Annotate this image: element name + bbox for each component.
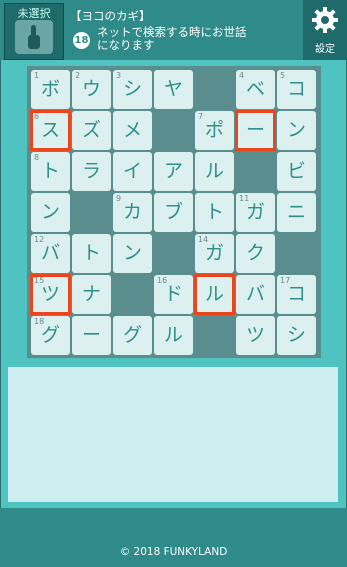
board-cell[interactable]: グ bbox=[113, 316, 152, 355]
cell-letter: ト bbox=[40, 160, 60, 182]
cell-letter: ル bbox=[204, 283, 224, 305]
board-cell[interactable]: ラ bbox=[72, 152, 111, 191]
cell-letter: ス bbox=[40, 119, 60, 141]
cell-letter: ガ bbox=[245, 201, 265, 223]
clue-number-badge: 18 bbox=[73, 32, 90, 49]
board-cell[interactable]: イ bbox=[113, 152, 152, 191]
board-cell[interactable]: ル bbox=[154, 316, 193, 355]
board-cell[interactable]: ヤ bbox=[154, 70, 193, 109]
cell-letter: ン bbox=[286, 119, 306, 141]
board-cell[interactable]: ン bbox=[277, 111, 316, 150]
cell-letter: コ bbox=[286, 78, 306, 100]
board-cell[interactable]: 3シ bbox=[113, 70, 152, 109]
cell-letter: ラ bbox=[81, 160, 101, 182]
board-cell[interactable]: 6ス bbox=[30, 110, 71, 151]
cell-letter: グ bbox=[122, 324, 142, 346]
cell-letter: ク bbox=[245, 242, 265, 264]
cell-letter: ン bbox=[40, 201, 60, 223]
cell-letter: イ bbox=[122, 160, 142, 182]
copyright-text: © 2018 FUNKYLAND bbox=[119, 546, 228, 558]
cell-letter: ナ bbox=[81, 283, 101, 305]
board-cell[interactable]: ク bbox=[236, 234, 275, 273]
cell-letter: ン bbox=[122, 242, 142, 264]
footer-bar bbox=[0, 508, 347, 567]
board-cell[interactable]: シ bbox=[277, 316, 316, 355]
cell-letter: ヤ bbox=[163, 78, 183, 100]
cell-letter: ニ bbox=[286, 201, 306, 223]
cell-letter: コ bbox=[286, 283, 306, 305]
board-cell[interactable]: 17 コ bbox=[277, 275, 316, 314]
cell-letter: ブ bbox=[163, 201, 183, 223]
gear-icon bbox=[312, 7, 338, 33]
cell-letter: カ bbox=[122, 201, 142, 223]
board-cell[interactable]: ニ bbox=[277, 193, 316, 232]
hand-pointer-icon bbox=[28, 25, 40, 49]
cell-letter: ツ bbox=[245, 324, 265, 346]
clue-direction: 【ヨコのカギ】 bbox=[70, 9, 151, 23]
board-cell[interactable]: メ bbox=[113, 111, 152, 150]
board-cell[interactable]: 1ボ bbox=[31, 70, 70, 109]
board-cell[interactable]: 5コ bbox=[277, 70, 316, 109]
cell-letter: ト bbox=[204, 201, 224, 223]
board-cell[interactable]: 8ト bbox=[31, 152, 70, 191]
cell-letter: ボ bbox=[40, 78, 60, 100]
cell-letter: バ bbox=[40, 242, 60, 264]
board-cell[interactable]: ン bbox=[31, 193, 70, 232]
cell-letter: メ bbox=[122, 119, 142, 141]
board-cell[interactable]: 9カ bbox=[113, 193, 152, 232]
cell-letter: ビ bbox=[286, 160, 306, 182]
cell-letter: バ bbox=[245, 283, 265, 305]
board-cell[interactable]: ズ bbox=[72, 111, 111, 150]
clue-text: ネットで検索する時にお世話になります bbox=[97, 25, 247, 52]
board-cell[interactable]: 4ベ bbox=[236, 70, 275, 109]
hand-tile bbox=[15, 20, 53, 54]
board-cell[interactable]: バ bbox=[236, 275, 275, 314]
board-cell[interactable]: ツ bbox=[236, 316, 275, 355]
cell-letter: ア bbox=[163, 160, 183, 182]
board-cell[interactable]: ン bbox=[113, 234, 152, 273]
board-cell[interactable]: ブ bbox=[154, 193, 193, 232]
cell-letter: ル bbox=[204, 160, 224, 182]
board-cell[interactable]: 12 バ bbox=[31, 234, 70, 273]
board-cell[interactable]: 11 ガ bbox=[236, 193, 275, 232]
board-cell[interactable]: 14 ガ bbox=[195, 234, 234, 273]
unselected-piece-slot[interactable]: 未選択 bbox=[4, 3, 64, 60]
board-cell[interactable]: 18 グ bbox=[31, 316, 70, 355]
header: 未選択 【ヨコのカギ】 18 ネットで検索する時にお世話になります 設定 bbox=[0, 0, 347, 60]
cell-letter: ツ bbox=[40, 283, 60, 305]
cell-letter: ー bbox=[81, 324, 101, 346]
unselected-label: 未選択 bbox=[17, 7, 51, 20]
piece-tray[interactable] bbox=[8, 367, 338, 502]
board-cell[interactable]: ビ bbox=[277, 152, 316, 191]
cell-letter: シ bbox=[122, 78, 142, 100]
cell-letter: ー bbox=[245, 119, 265, 141]
cell-letter: ベ bbox=[245, 78, 265, 100]
board-cell[interactable]: ア bbox=[154, 152, 193, 191]
cell-letter: ポ bbox=[204, 119, 224, 141]
cell-letter: ト bbox=[81, 242, 101, 264]
settings-label: 設定 bbox=[315, 44, 335, 55]
board-cell[interactable]: ー bbox=[72, 316, 111, 355]
cell-letter: ズ bbox=[81, 119, 101, 141]
settings-button[interactable]: 設定 bbox=[303, 0, 347, 60]
cell-letter: グ bbox=[40, 324, 60, 346]
board-cell[interactable]: 16 ド bbox=[154, 275, 193, 314]
board-cell[interactable]: ー bbox=[235, 110, 276, 151]
cell-letter: ル bbox=[163, 324, 183, 346]
board-cell[interactable]: 7ポ bbox=[195, 111, 234, 150]
board-cell[interactable]: 2ウ bbox=[72, 70, 111, 109]
board-cell[interactable]: ル bbox=[194, 274, 235, 315]
board-cell[interactable]: ト bbox=[195, 193, 234, 232]
board-cell[interactable]: ル bbox=[195, 152, 234, 191]
board-cell[interactable]: ト bbox=[72, 234, 111, 273]
cell-letter: ウ bbox=[81, 78, 101, 100]
cell-letter: シ bbox=[286, 324, 306, 346]
board-cell[interactable]: ナ bbox=[72, 275, 111, 314]
cell-letter: ガ bbox=[204, 242, 224, 264]
cell-letter: ド bbox=[163, 283, 183, 305]
board-cell[interactable]: 15 ツ bbox=[30, 274, 71, 315]
crossword-board: 1 ボ 2 ウ 3 シヤ 4 ベ 5 コ 6 スズメ 7 ポーン 8 トライアルビン 9 カブト 11 ガニ 12 バトン… bbox=[27, 66, 321, 358]
